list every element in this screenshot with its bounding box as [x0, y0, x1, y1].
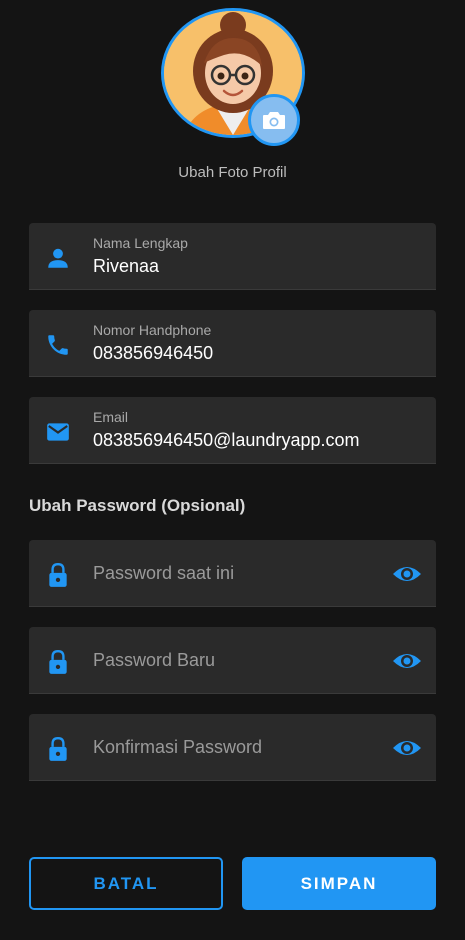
phone-icon: [48, 335, 68, 355]
full-name-field[interactable]: Nama Lengkap Rivenaa: [29, 223, 436, 290]
password-section-title: Ubah Password (Opsional): [29, 496, 246, 515]
email-label: Email: [93, 409, 129, 425]
save-button[interactable]: SIMPAN: [242, 857, 436, 910]
email-value[interactable]: 083856946450@laundryapp.com: [93, 430, 359, 451]
email-icon: [47, 423, 69, 441]
phone-value[interactable]: 083856946450: [93, 343, 213, 364]
phone-label: Nomor Handphone: [93, 322, 212, 338]
current-password-input[interactable]: Password saat ini: [93, 563, 234, 584]
current-password-field[interactable]: Password saat ini: [29, 540, 436, 607]
change-photo-label[interactable]: Ubah Foto Profil: [0, 164, 465, 181]
cancel-button[interactable]: BATAL: [29, 857, 223, 910]
eye-icon[interactable]: [392, 649, 422, 673]
full-name-label: Nama Lengkap: [93, 235, 188, 251]
profile-photo-area: [161, 8, 305, 146]
lock-icon: [49, 649, 67, 674]
new-password-input[interactable]: Password Baru: [93, 650, 215, 671]
camera-icon: [263, 112, 285, 129]
lock-icon: [49, 736, 67, 761]
person-icon: [48, 248, 68, 268]
phone-field[interactable]: Nomor Handphone 083856946450: [29, 310, 436, 377]
eye-icon[interactable]: [392, 562, 422, 586]
email-field[interactable]: Email 083856946450@laundryapp.com: [29, 397, 436, 464]
new-password-field[interactable]: Password Baru: [29, 627, 436, 694]
confirm-password-field[interactable]: Konfirmasi Password: [29, 714, 436, 781]
eye-icon[interactable]: [392, 736, 422, 760]
change-photo-button[interactable]: [248, 94, 300, 146]
lock-icon: [49, 562, 67, 587]
confirm-password-input[interactable]: Konfirmasi Password: [93, 737, 262, 758]
full-name-value[interactable]: Rivenaa: [93, 256, 159, 277]
